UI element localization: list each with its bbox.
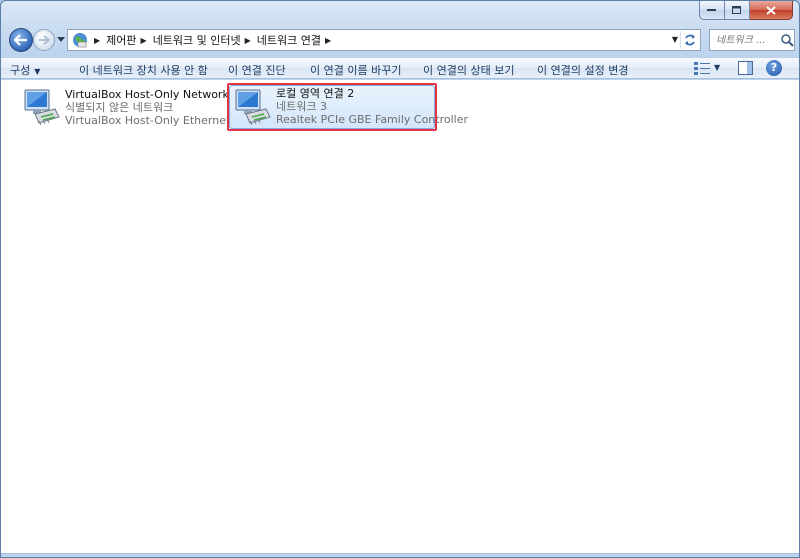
organize-menu[interactable]: 구성 ▼ xyxy=(10,62,40,78)
breadcrumb-separator[interactable]: ▶ xyxy=(245,36,251,45)
organize-label: 구성 xyxy=(10,64,31,77)
command-bar: 구성 ▼ 이 네트워크 장치 사용 안 함 이 연결 진단 이 연결 이름 바꾸기… xyxy=(1,57,799,79)
rename-button[interactable]: 이 연결 이름 바꾸기 xyxy=(310,62,401,78)
maximize-button[interactable] xyxy=(725,1,750,20)
connection-text: VirtualBox Host-Only Network 식별되지 않은 네트워… xyxy=(65,88,252,127)
connection-name: 로컬 영역 연결 2 xyxy=(276,87,355,100)
view-status-button[interactable]: 이 연결의 상태 보기 xyxy=(423,62,514,78)
change-view-icon[interactable] xyxy=(694,61,710,75)
connection-item-virtualbox[interactable]: VirtualBox Host-Only Network 식별되지 않은 네트워… xyxy=(19,83,252,131)
breadcrumb-separator: ▶ xyxy=(94,35,101,45)
breadcrumb-network-internet[interactable]: 네트워크 및 인터넷 xyxy=(153,32,241,48)
back-button[interactable] xyxy=(9,28,33,52)
back-arrow-icon xyxy=(14,34,27,46)
caption-buttons xyxy=(699,1,793,21)
maximize-icon xyxy=(732,5,741,14)
connection-status: 식별되지 않은 네트워크 xyxy=(65,101,174,114)
breadcrumb-network-connections[interactable]: 네트워크 연결 xyxy=(257,32,321,48)
breadcrumb-control-panel[interactable]: 제어판 xyxy=(106,32,136,48)
disable-device-button[interactable]: 이 네트워크 장치 사용 안 함 xyxy=(79,62,208,78)
search-box[interactable] xyxy=(709,29,795,51)
recent-pages-dropdown[interactable] xyxy=(56,34,66,44)
search-input[interactable] xyxy=(716,34,778,46)
connection-text: 로컬 영역 연결 2 네트워크 3 Realtek PCIe GBE Famil… xyxy=(276,87,468,126)
breadcrumb-separator[interactable]: ▶ xyxy=(325,36,331,45)
window-bottom-border xyxy=(1,553,799,557)
chevron-down-icon: ▼ xyxy=(34,67,41,76)
diagnose-button[interactable]: 이 연결 진단 xyxy=(228,62,286,78)
search-icon[interactable] xyxy=(780,33,794,47)
help-icon[interactable]: ? xyxy=(766,60,782,76)
change-settings-button[interactable]: 이 연결의 설정 변경 xyxy=(537,62,628,78)
forward-button[interactable] xyxy=(33,29,55,51)
forward-arrow-icon xyxy=(39,35,50,45)
address-dropdown-icon[interactable]: ▼ xyxy=(672,35,678,44)
close-icon xyxy=(766,5,776,15)
connection-name: VirtualBox Host-Only Network xyxy=(65,88,229,101)
connection-device: Realtek PCIe GBE Family Controller xyxy=(276,113,469,126)
navigation-row: ▶ 제어판 ▶ 네트워크 및 인터넷 ▶ 네트워크 연결 ▶ ▼ xyxy=(1,25,799,55)
view-options-dropdown[interactable]: ▼ xyxy=(714,63,720,72)
address-bar[interactable]: ▶ 제어판 ▶ 네트워크 및 인터넷 ▶ 네트워크 연결 ▶ ▼ xyxy=(67,29,701,51)
connection-device: VirtualBox Host-Only Ethernet A... xyxy=(65,114,252,127)
connections-list: VirtualBox Host-Only Network 식별되지 않은 네트워… xyxy=(1,80,799,557)
refresh-button[interactable] xyxy=(680,31,698,49)
connection-item-local-area-2[interactable]: 로컬 영역 연결 2 네트워크 3 Realtek PCIe GBE Famil… xyxy=(229,85,468,129)
chevron-down-icon xyxy=(57,36,65,42)
network-adapter-icon xyxy=(235,89,271,126)
preview-pane-icon[interactable] xyxy=(738,61,753,75)
network-adapter-icon xyxy=(24,89,60,126)
connection-status: 네트워크 3 xyxy=(276,100,327,113)
breadcrumb-separator[interactable]: ▶ xyxy=(141,36,147,45)
minimize-button[interactable] xyxy=(699,1,725,20)
control-panel-icon xyxy=(70,30,90,50)
close-button[interactable] xyxy=(750,1,793,20)
minimize-icon xyxy=(707,9,716,11)
explorer-window: ▶ 제어판 ▶ 네트워크 및 인터넷 ▶ 네트워크 연결 ▶ ▼ 네트워크 ..… xyxy=(0,0,800,558)
refresh-icon xyxy=(684,34,695,46)
